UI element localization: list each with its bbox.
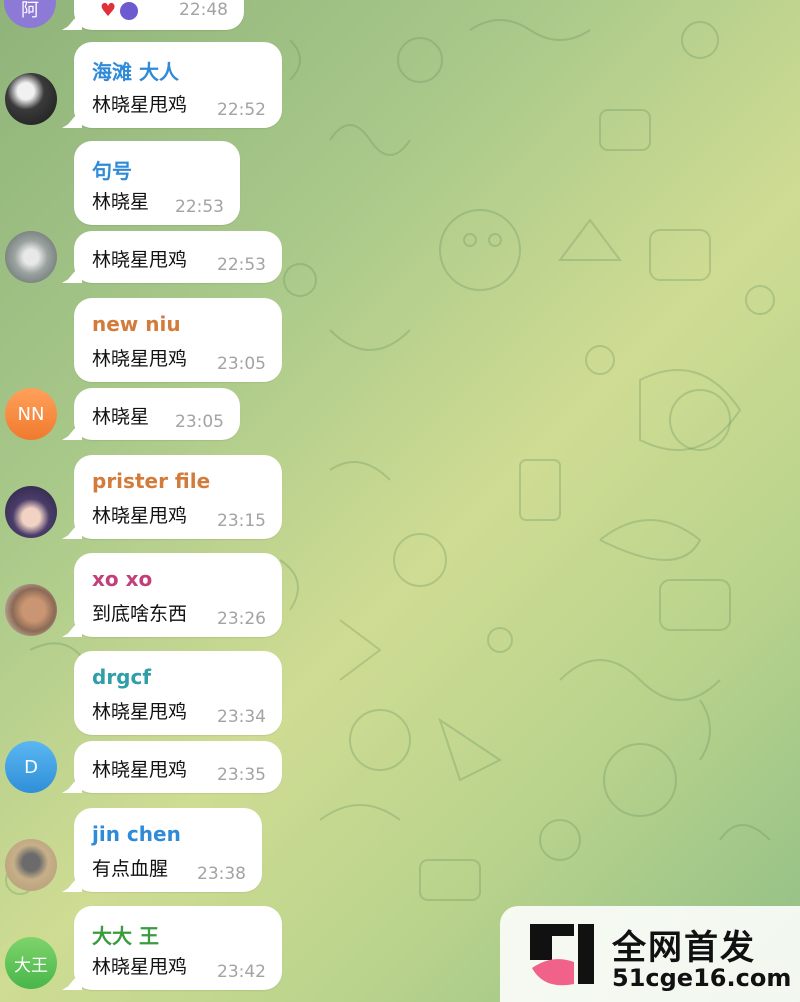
message-time: 22:53 bbox=[217, 255, 266, 275]
message-time: 23:05 bbox=[217, 354, 266, 374]
avatar-initials: 阿 bbox=[21, 0, 39, 21]
watermark: 全网首发 51cge16.com bbox=[500, 906, 800, 1002]
reaction-heart-icon[interactable]: ♥ bbox=[100, 0, 116, 21]
watermark-title: 全网首发 bbox=[612, 928, 756, 968]
message-bubble[interactable]: new niu 林晓星甩鸡 23:05 bbox=[74, 298, 282, 382]
reaction-avatar[interactable] bbox=[120, 2, 138, 20]
message-bubble[interactable]: 林晓星 23:05 bbox=[74, 388, 240, 440]
avatar[interactable]: 大王 bbox=[5, 937, 57, 989]
avatar-photo[interactable] bbox=[5, 839, 57, 891]
message-time: 23:38 bbox=[197, 864, 246, 884]
sender-name[interactable]: 海滩 大人 bbox=[92, 56, 179, 85]
avatar-initials: 大王 bbox=[14, 955, 48, 976]
avatar-initials: NN bbox=[17, 403, 45, 425]
avatar[interactable]: NN bbox=[5, 388, 57, 440]
message-time: 23:34 bbox=[217, 707, 266, 727]
message-bubble[interactable]: 林晓星甩鸡 23:35 bbox=[74, 741, 282, 793]
message-text: 林晓星甩鸡 bbox=[92, 94, 188, 116]
avatar-photo[interactable] bbox=[5, 486, 57, 538]
avatar[interactable]: D bbox=[5, 741, 57, 793]
avatar-photo[interactable] bbox=[5, 584, 57, 636]
message-bubble[interactable]: drgcf 林晓星甩鸡 23:34 bbox=[74, 651, 282, 735]
message-time: 23:05 bbox=[175, 412, 224, 432]
message-text: 有点血腥 bbox=[92, 858, 169, 880]
message-bubble[interactable]: ♥ 22:48 bbox=[74, 0, 244, 30]
message-time: 23:15 bbox=[217, 511, 266, 531]
watermark-logo-icon bbox=[530, 924, 594, 986]
message-time: 22:52 bbox=[217, 100, 266, 120]
message-time: 23:35 bbox=[217, 765, 266, 785]
sender-name[interactable]: prister file bbox=[92, 469, 210, 493]
message-text: 林晓星 bbox=[92, 406, 150, 428]
message-bubble[interactable]: xo xo 到底啥东西 23:26 bbox=[74, 553, 282, 637]
avatar-photo[interactable] bbox=[5, 73, 57, 125]
chat-message-list[interactable]: 阿 ♥ 22:48 海滩 大人 林晓星甩鸡 22:52 句号 林晓星 22:53… bbox=[0, 0, 800, 1002]
message-bubble[interactable]: 林晓星甩鸡 22:53 bbox=[74, 231, 282, 283]
message-time: 22:53 bbox=[175, 197, 224, 217]
message-text: 林晓星甩鸡 bbox=[92, 505, 188, 527]
avatar-photo[interactable] bbox=[5, 231, 57, 283]
message-text: 林晓星甩鸡 bbox=[92, 956, 188, 978]
message-bubble[interactable]: 大大 王 林晓星甩鸡 23:42 bbox=[74, 906, 282, 990]
message-time: 23:42 bbox=[217, 962, 266, 982]
message-text: 林晓星甩鸡 bbox=[92, 348, 188, 370]
message-bubble[interactable]: jin chen 有点血腥 23:38 bbox=[74, 808, 262, 892]
sender-name[interactable]: drgcf bbox=[92, 665, 151, 689]
message-text: 林晓星甩鸡 bbox=[92, 249, 188, 271]
sender-name[interactable]: jin chen bbox=[92, 822, 181, 846]
sender-name[interactable]: new niu bbox=[92, 312, 181, 336]
message-bubble[interactable]: 句号 林晓星 22:53 bbox=[74, 141, 240, 225]
message-text: 林晓星甩鸡 bbox=[92, 759, 188, 781]
avatar-initials: D bbox=[24, 756, 38, 778]
message-text: 林晓星甩鸡 bbox=[92, 701, 188, 723]
message-bubble[interactable]: prister file 林晓星甩鸡 23:15 bbox=[74, 455, 282, 539]
message-text: 到底啥东西 bbox=[92, 603, 188, 625]
avatar[interactable]: 阿 bbox=[4, 0, 56, 28]
sender-name[interactable]: 大大 王 bbox=[92, 920, 159, 949]
sender-name[interactable]: 句号 bbox=[92, 155, 132, 184]
message-time: 23:26 bbox=[217, 609, 266, 629]
watermark-url: 51cge16.com bbox=[612, 964, 792, 992]
message-time: 22:48 bbox=[179, 0, 228, 20]
message-text: 林晓星 bbox=[92, 191, 150, 213]
sender-name[interactable]: xo xo bbox=[92, 567, 152, 591]
message-bubble[interactable]: 海滩 大人 林晓星甩鸡 22:52 bbox=[74, 42, 282, 128]
